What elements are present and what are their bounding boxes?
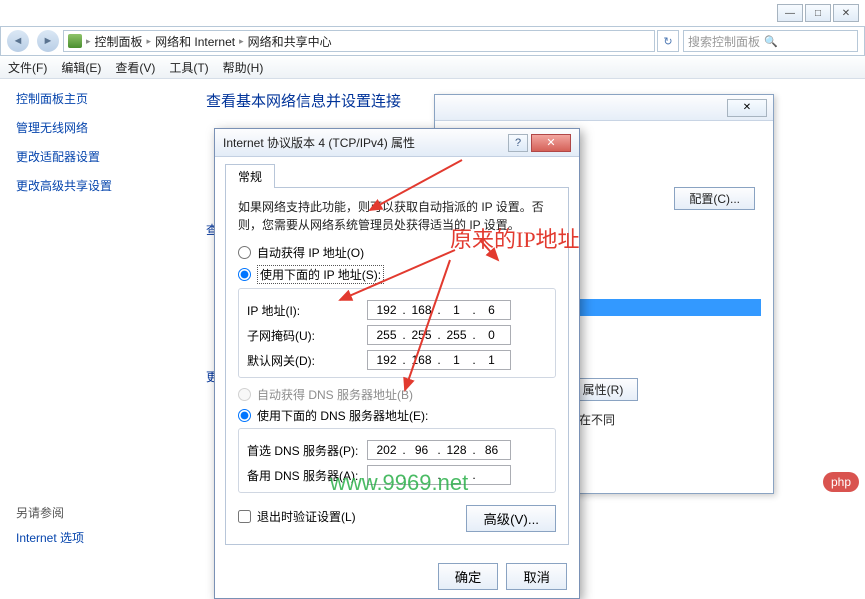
dialog-title: Internet 协议版本 4 (TCP/IPv4) 属性 [223,134,508,151]
manual-dns-radio[interactable] [238,409,251,422]
auto-ip-radio[interactable] [238,246,251,259]
close-icon[interactable]: ✕ [531,134,571,152]
advanced-button[interactable]: 高级(V)... [466,505,556,532]
ok-button[interactable]: 确定 [438,563,499,590]
php-logo: php [823,472,859,492]
manual-ip-radio[interactable] [238,268,251,281]
close-icon[interactable]: ✕ [727,99,767,117]
menu-bar: 文件(F) 编辑(E) 查看(V) 工具(T) 帮助(H) [0,57,865,79]
validate-label: 退出时验证设置(L) [257,508,356,525]
cancel-button[interactable]: 取消 [506,563,567,590]
sidebar: 控制面板主页 管理无线网络 更改适配器设置 更改高级共享设置 另请参阅 Inte… [0,80,192,500]
menu-view[interactable]: 查看(V) [115,59,155,76]
sidebar-advanced[interactable]: 更改高级共享设置 [16,177,176,194]
ipv4-properties-dialog: Internet 协议版本 4 (TCP/IPv4) 属性 ? ✕ 常规 如果网… [214,128,580,599]
dns1-label: 首选 DNS 服务器(P): [247,442,367,459]
watermark: www.9969.net [330,470,468,496]
menu-file[interactable]: 文件(F) [8,59,47,76]
back-button[interactable]: ◄ [7,30,29,52]
ip-address-input[interactable]: 192. 168. 1. 6 [367,300,511,320]
manual-ip-label: 使用下面的 IP 地址(S): [257,265,384,284]
sidebar-inet-options[interactable]: Internet 选项 [16,529,176,546]
breadcrumb-item[interactable]: 网络和共享中心 [248,33,332,50]
auto-dns-label: 自动获得 DNS 服务器地址(B) [257,386,413,403]
window-controls: — □ ✕ [777,4,859,22]
maximize-button[interactable]: □ [805,4,831,22]
breadcrumb-item[interactable]: 网络和 Internet [155,33,235,50]
breadcrumb[interactable]: ▸ 控制面板 ▸ 网络和 Internet ▸ 网络和共享中心 [63,30,655,52]
sidebar-adapter[interactable]: 更改适配器设置 [16,148,176,165]
menu-tools[interactable]: 工具(T) [169,59,208,76]
refresh-button[interactable]: ↻ [657,30,679,52]
forward-button[interactable]: ► [37,30,59,52]
manual-dns-label: 使用下面的 DNS 服务器地址(E): [257,407,428,424]
auto-ip-label: 自动获得 IP 地址(O) [257,244,364,261]
subnet-mask-input[interactable]: 255. 255. 255. 0 [367,325,511,345]
preferred-dns-input[interactable]: 202. 96. 128. 86 [367,440,511,460]
chevron-right-icon: ▸ [239,36,244,47]
minimize-button[interactable]: — [777,4,803,22]
search-input[interactable]: 搜索控制面板 🔍 [683,30,858,52]
gateway-input[interactable]: 192. 168. 1. 1 [367,350,511,370]
tab-general[interactable]: 常规 [225,164,275,188]
sidebar-wireless[interactable]: 管理无线网络 [16,119,176,136]
control-panel-icon [68,34,82,48]
chevron-right-icon: ▸ [86,36,91,47]
address-bar: ◄ ► ▸ 控制面板 ▸ 网络和 Internet ▸ 网络和共享中心 ↻ 搜索… [0,26,865,56]
chevron-right-icon: ▸ [147,36,152,47]
gateway-label: 默认网关(D): [247,352,367,369]
annotation-text: 原来的IP地址 [450,222,580,254]
search-placeholder: 搜索控制面板 [688,33,760,50]
auto-dns-radio [238,388,251,401]
configure-button[interactable]: 配置(C)... [674,187,755,210]
subnet-label: 子网掩码(U): [247,327,367,344]
menu-edit[interactable]: 编辑(E) [61,59,101,76]
menu-help[interactable]: 帮助(H) [223,59,264,76]
help-icon[interactable]: ? [508,134,528,152]
ip-label: IP 地址(I): [247,302,367,319]
breadcrumb-item[interactable]: 控制面板 [95,33,143,50]
validate-checkbox[interactable] [238,510,251,523]
see-also-label: 另请参阅 [16,504,176,521]
close-button[interactable]: ✕ [833,4,859,22]
sidebar-home[interactable]: 控制面板主页 [16,90,176,107]
search-icon: 🔍 [764,35,778,48]
